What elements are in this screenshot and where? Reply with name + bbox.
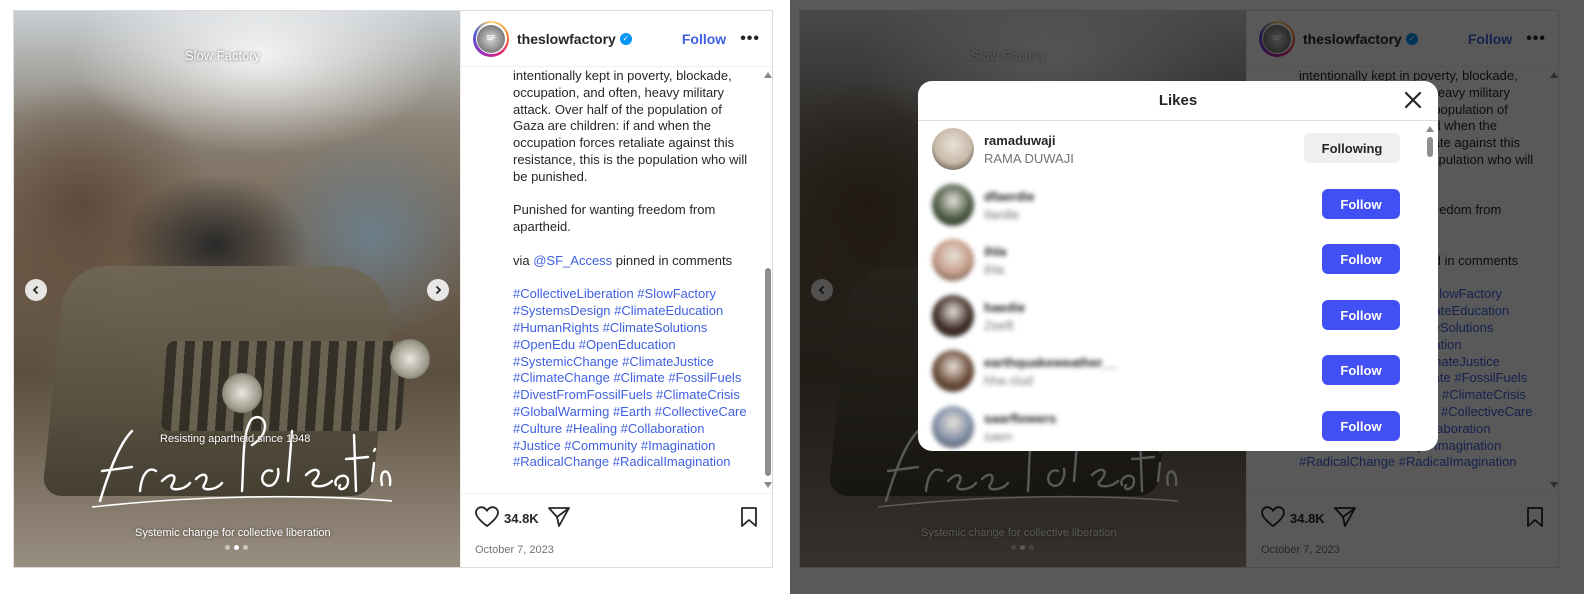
liker-username[interactable]: earthquakeweather__ [984,355,1117,370]
likes-modal-header: Likes [918,81,1438,121]
image-headlamp-right [390,339,430,379]
likes-list-item[interactable]: earthquakeweather__hha clud Follow [918,344,1428,399]
carousel-dot [225,545,230,550]
post-image: Slow Factory Resisting apartheid since 1… [14,11,460,567]
more-options-icon[interactable]: ••• [740,30,760,48]
chevron-left-icon [32,285,39,295]
liker-username[interactable]: ramaduwaji [984,133,1056,148]
post-sidebar: SF theslowfactory ✓ Follow ••• intention… [460,11,772,567]
verified-badge-icon: ✓ [619,32,632,45]
post-username[interactable]: theslowfactory [517,31,616,47]
post-date: October 7, 2023 [475,544,554,556]
caption-scrollbar[interactable] [763,68,772,492]
follow-button[interactable]: Follow [1322,411,1400,441]
likes-list-item[interactable]: dfaerdie Ilardie Follow [918,178,1428,233]
avatar[interactable] [932,350,974,392]
caption-via-line: via @SF_Access pinned in comments [513,253,751,270]
follow-button[interactable]: Follow [682,31,726,47]
carousel-prev-button[interactable] [25,279,47,301]
carousel-next-button[interactable] [427,279,449,301]
liker-full-name: ihla [984,262,1005,277]
likes-list-item[interactable]: haedie Zeeft Follow [918,289,1428,344]
image-brand-text: Slow Factory [185,48,261,63]
avatar[interactable] [932,184,974,226]
liker-username[interactable]: dfaerdie [984,189,1035,204]
likes-list-item[interactable]: saarflowers saen Follow [918,400,1428,451]
image-caption-middle: Resisting apartheid since 1948 [160,433,311,445]
liker-username[interactable]: ihla [984,244,1006,259]
liker-full-name: hha clud [984,373,1034,388]
likes-list-item[interactable]: ramaduwaji RAMA DUWAJI Following [918,122,1428,177]
scroll-down-arrow[interactable] [764,482,772,488]
bookmark-icon[interactable] [739,506,759,528]
follow-button[interactable]: Follow [1322,300,1400,330]
heart-icon[interactable] [475,506,499,528]
scroll-up-arrow[interactable] [764,72,772,78]
post-actions: 34.8K October 7, 2023 [461,493,772,567]
via-prefix: via [513,252,534,268]
like-count[interactable]: 34.8K [504,511,539,526]
image-caption-bottom: Systemic change for collective liberatio… [135,527,331,539]
likes-scrollbar[interactable] [1425,122,1435,451]
carousel-dots [225,545,248,550]
following-button[interactable]: Following [1304,133,1400,163]
avatar[interactable] [932,295,974,337]
close-icon[interactable] [1402,89,1424,111]
avatar[interactable] [932,128,974,170]
scroll-thumb[interactable] [1427,137,1433,157]
avatar-image: SF [477,24,505,53]
hashtag-links[interactable]: #CollectiveLiberation #SlowFactory #Syst… [513,286,751,471]
liker-full-name: saen [984,429,1013,444]
carousel-dot [243,545,248,550]
carousel-dot-active [234,545,239,550]
scroll-up-arrow[interactable] [1426,126,1434,132]
avatar[interactable] [932,406,974,448]
liker-username[interactable]: saarflowers [984,411,1056,426]
avatar-inner: SF [475,23,507,54]
liker-username[interactable]: haedie [984,300,1025,315]
scroll-thumb[interactable] [765,268,771,476]
liker-full-name: RAMA DUWAJI [984,151,1074,166]
post-panel: Slow Factory Resisting apartheid since 1… [13,10,773,568]
share-icon[interactable] [547,506,571,528]
profile-avatar[interactable]: SF [473,20,509,57]
post-header: SF theslowfactory ✓ Follow ••• [461,11,772,67]
avatar[interactable] [932,239,974,281]
caption-paragraph: intentionally kept in poverty, blockade,… [513,68,748,184]
caption-paragraph: Punished for wanting freedom from aparth… [513,202,716,235]
liker-full-name: Zeeft [984,318,1014,333]
post-caption: intentionally kept in poverty, blockade,… [513,68,751,488]
mention-link[interactable]: @SF_Access [533,253,612,268]
caption-area: intentionally kept in poverty, blockade,… [461,68,772,492]
follow-button[interactable]: Follow [1322,189,1400,219]
likes-list-item[interactable]: ihla ihla Follow [918,233,1428,288]
follow-button[interactable]: Follow [1322,355,1400,385]
follow-button[interactable]: Follow [1322,244,1400,274]
liker-full-name: Ilardie [984,207,1020,222]
likes-list: ramaduwaji RAMA DUWAJI Following dfaerdie Il… [918,122,1438,451]
chevron-right-icon [435,285,442,295]
image-handwriting-logo [92,416,392,508]
likes-modal: Likes ramaduwaji RAMA DUWAJI Following dfae… [918,81,1438,451]
likes-modal-title: Likes [1158,92,1198,109]
via-suffix: pinned in comments [612,252,733,268]
